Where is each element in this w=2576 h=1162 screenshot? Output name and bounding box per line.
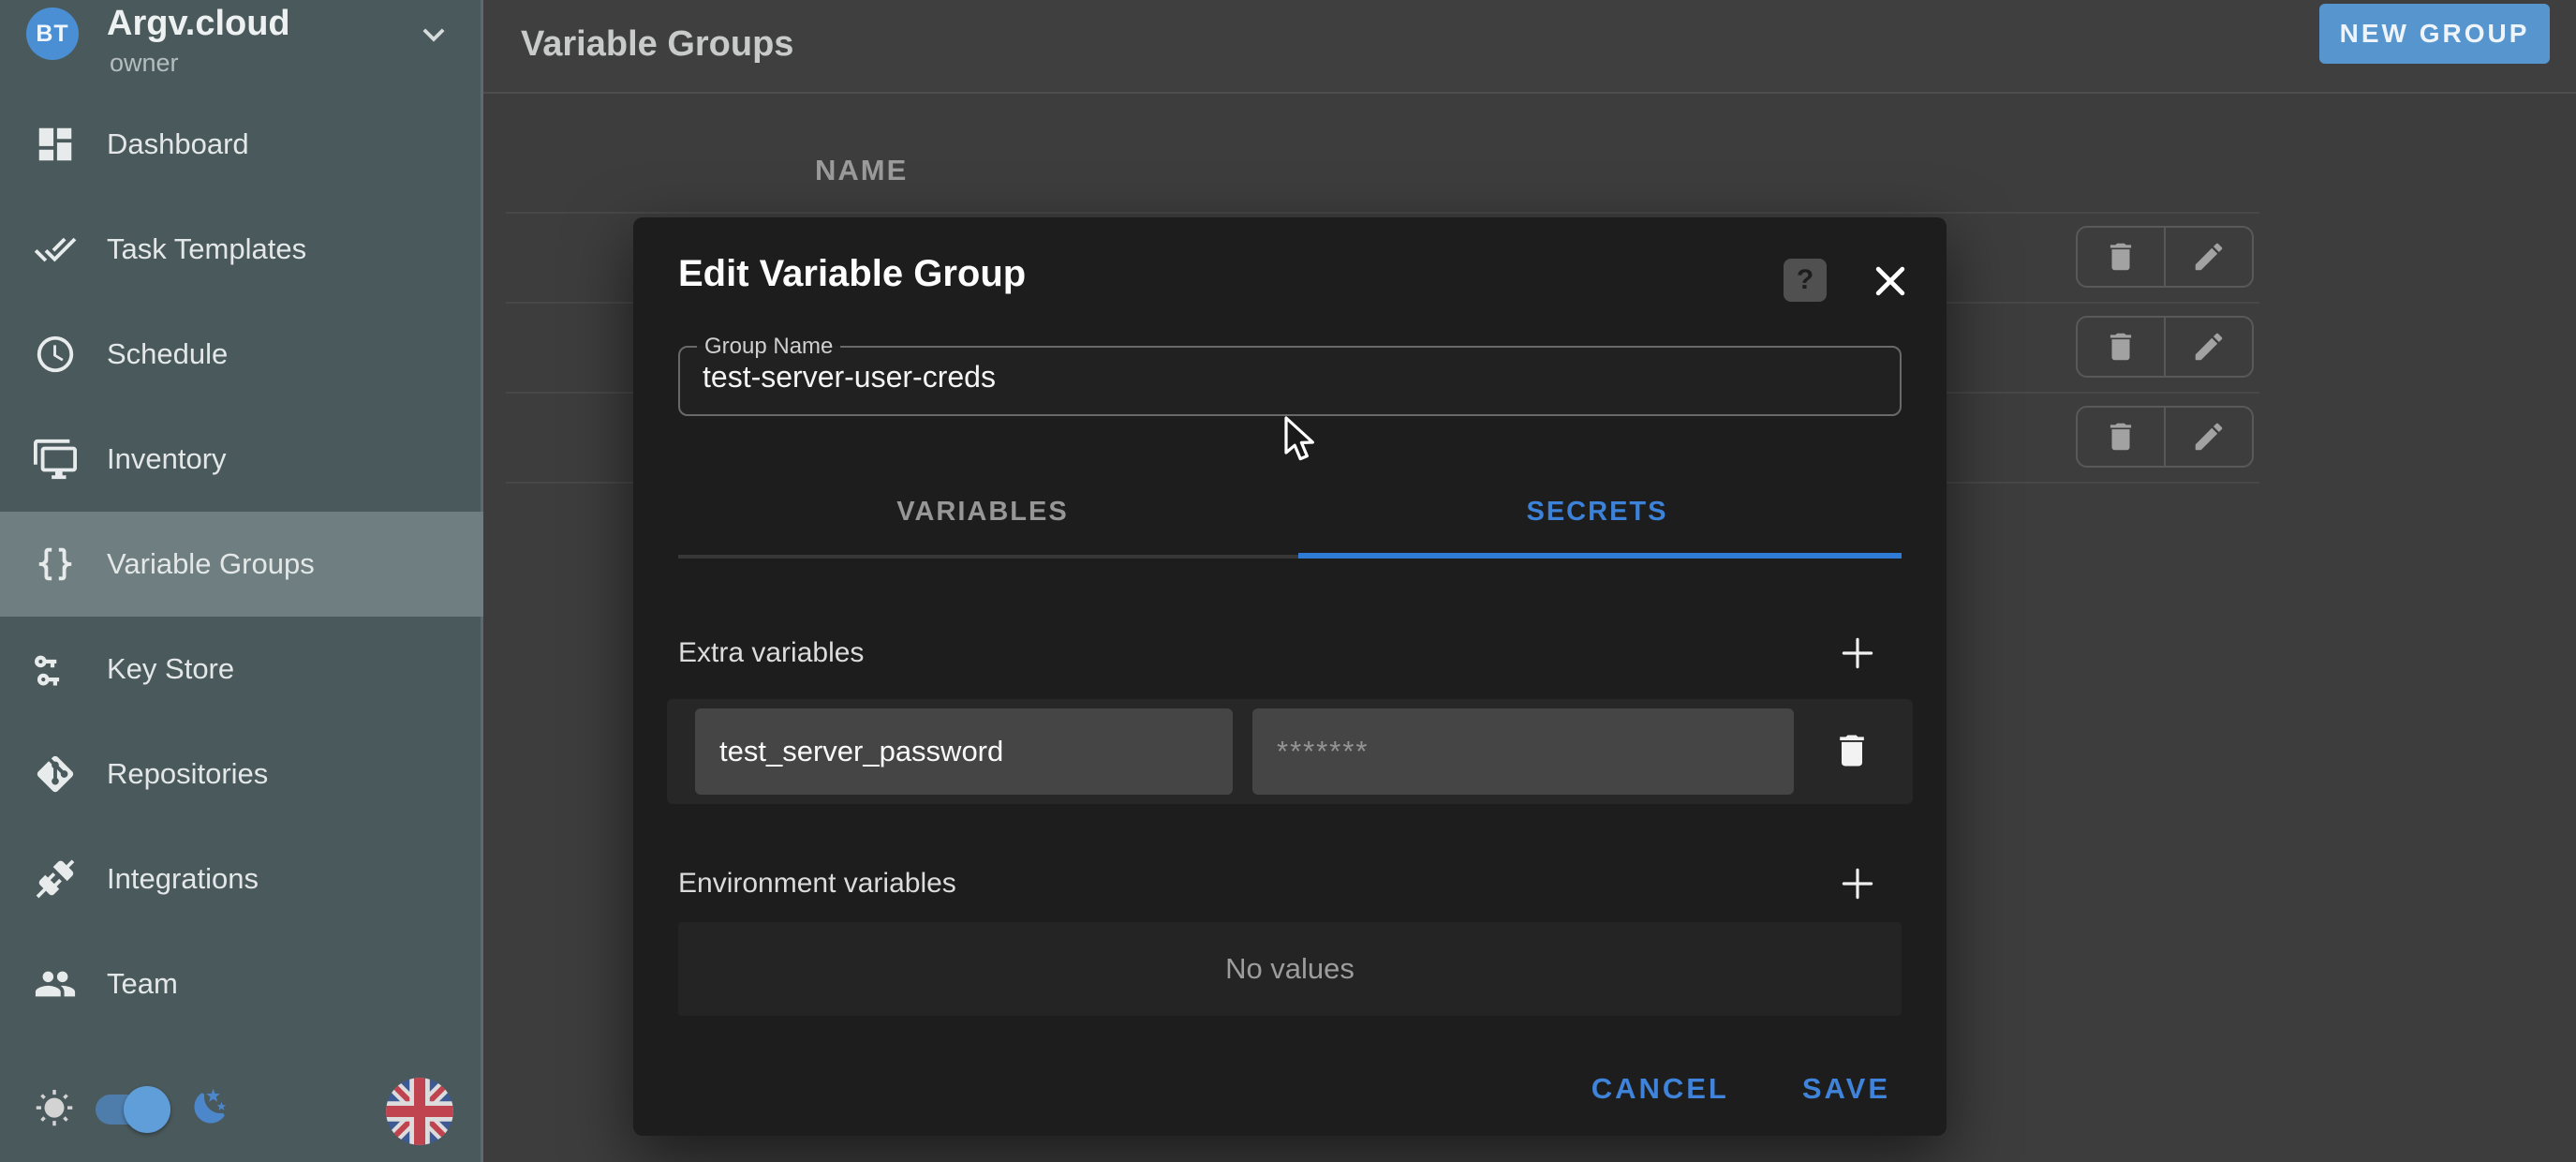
- project-name: Argv.cloud: [107, 4, 290, 44]
- sidebar-item-label: Team: [107, 967, 178, 1001]
- save-button[interactable]: SAVE: [1802, 1072, 1890, 1106]
- trash-icon: [2103, 239, 2139, 275]
- moon-icon: [191, 1087, 230, 1126]
- table-column-name: NAME: [815, 154, 908, 187]
- edit-button[interactable]: [2164, 228, 2252, 286]
- app-root: BT Argv.cloud owner Dashboard Task Templ…: [0, 0, 2576, 1162]
- braces-icon: [34, 543, 77, 586]
- check-all-icon: [34, 228, 77, 271]
- page-title: Variable Groups: [521, 24, 793, 65]
- pencil-icon: [2191, 419, 2227, 454]
- trash-icon: [1831, 730, 1873, 771]
- sidebar-item-label: Inventory: [107, 442, 227, 476]
- sidebar-item-inventory[interactable]: Inventory: [0, 407, 483, 512]
- sidebar-item-repositories[interactable]: Repositories: [0, 722, 483, 827]
- secret-value-input[interactable]: [1252, 708, 1794, 795]
- sidebar-item-task-templates[interactable]: Task Templates: [0, 197, 483, 302]
- sidebar-item-label: Integrations: [107, 862, 259, 896]
- add-extra-variable-button[interactable]: [1836, 632, 1879, 675]
- sidebar-item-label: Key Store: [107, 652, 234, 686]
- sun-icon: [35, 1089, 74, 1128]
- dark-mode-toggle[interactable]: [96, 1095, 169, 1125]
- delete-button[interactable]: [2078, 318, 2164, 376]
- table-row-divider: [506, 212, 2259, 214]
- dialog-actions: CANCEL SAVE: [678, 1059, 1902, 1119]
- sidebar-item-integrations[interactable]: Integrations: [0, 827, 483, 931]
- cancel-button[interactable]: CANCEL: [1591, 1072, 1729, 1106]
- delete-button[interactable]: [2078, 408, 2164, 466]
- question-mark-icon: ?: [1797, 264, 1814, 296]
- sidebar-item-label: Repositories: [107, 757, 268, 791]
- delete-button[interactable]: [2078, 228, 2164, 286]
- pencil-icon: [2191, 239, 2227, 275]
- secret-variable-row: [667, 699, 1913, 804]
- toggle-thumb: [124, 1086, 170, 1133]
- no-values-placeholder: No values: [678, 922, 1902, 1016]
- clock-icon: [34, 333, 77, 376]
- tab-active-underline: [1298, 553, 1902, 559]
- dialog-title: Edit Variable Group: [678, 253, 1026, 295]
- extra-variables-title: Extra variables: [678, 637, 864, 669]
- sidebar-item-team[interactable]: Team: [0, 931, 483, 1036]
- avatar: BT: [26, 7, 79, 60]
- group-name-input[interactable]: [680, 360, 1842, 406]
- table-row-actions: [2076, 316, 2254, 378]
- add-environment-variable-button[interactable]: [1836, 862, 1879, 905]
- chevron-down-icon: [412, 13, 455, 56]
- trash-icon: [2103, 419, 2139, 454]
- secret-name-input[interactable]: [695, 708, 1233, 795]
- git-icon: [34, 752, 77, 796]
- edit-button[interactable]: [2164, 408, 2252, 466]
- group-name-field[interactable]: Group Name: [678, 334, 1902, 416]
- edit-button[interactable]: [2164, 318, 2252, 376]
- sidebar-item-label: Schedule: [107, 337, 228, 371]
- sidebar-item-schedule[interactable]: Schedule: [0, 302, 483, 407]
- monitor-icon: [34, 438, 77, 481]
- project-role: owner: [110, 49, 179, 78]
- keys-icon: [34, 648, 77, 691]
- table-row-actions: [2076, 406, 2254, 468]
- delete-secret-button[interactable]: [1831, 730, 1873, 771]
- environment-variables-title: Environment variables: [678, 868, 956, 900]
- project-switcher[interactable]: BT Argv.cloud owner: [0, 0, 483, 94]
- close-button[interactable]: [1870, 261, 1911, 302]
- sidebar: BT Argv.cloud owner Dashboard Task Templ…: [0, 0, 483, 1162]
- plus-icon: [1836, 862, 1879, 905]
- sidebar-item-label: Variable Groups: [107, 547, 315, 581]
- table-row-actions: [2076, 226, 2254, 288]
- edit-variable-group-dialog: Edit Variable Group ? Group Name VARIABL…: [633, 217, 1947, 1136]
- sidebar-item-variable-groups[interactable]: Variable Groups: [0, 512, 483, 617]
- tab-secrets[interactable]: SECRETS: [1293, 485, 1902, 538]
- close-icon: [1870, 261, 1911, 302]
- page-header: Variable Groups NEW GROUP: [483, 0, 2576, 94]
- pencil-icon: [2191, 329, 2227, 365]
- sidebar-item-label: Dashboard: [107, 127, 249, 161]
- new-group-button[interactable]: NEW GROUP: [2319, 4, 2550, 64]
- help-button[interactable]: ?: [1784, 259, 1827, 302]
- tab-variables[interactable]: VARIABLES: [678, 485, 1287, 538]
- plus-icon: [1836, 632, 1879, 675]
- plug-connection-icon: [34, 857, 77, 901]
- group-name-label: Group Name: [697, 334, 840, 360]
- sidebar-item-key-store[interactable]: Key Store: [0, 617, 483, 722]
- uk-flag-language-button[interactable]: [386, 1078, 453, 1145]
- sidebar-item-label: Task Templates: [107, 232, 306, 266]
- dashboard-icon: [34, 123, 77, 166]
- trash-icon: [2103, 329, 2139, 365]
- team-icon: [34, 962, 77, 1006]
- sidebar-item-dashboard[interactable]: Dashboard: [0, 92, 483, 197]
